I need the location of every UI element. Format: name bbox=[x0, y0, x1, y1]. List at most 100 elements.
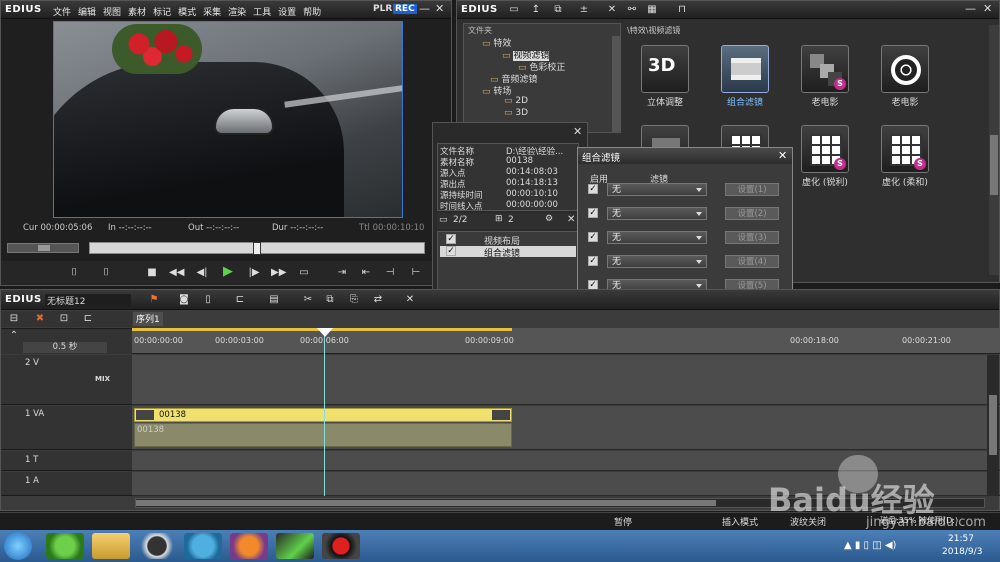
set-out-icon[interactable]: ⌷ bbox=[99, 266, 113, 279]
playhead-triangle[interactable] bbox=[317, 328, 333, 337]
tree-node-5[interactable]: ▭ 2D bbox=[504, 96, 528, 106]
timeline-playhead[interactable] bbox=[324, 328, 325, 496]
filter-enable-checkbox[interactable]: ✓ bbox=[446, 234, 456, 244]
qq-task-icon[interactable] bbox=[138, 533, 176, 559]
layers-icon[interactable] bbox=[721, 45, 769, 93]
folder-icon[interactable]: ▭ bbox=[507, 3, 521, 16]
plr-label[interactable]: PLR bbox=[373, 4, 392, 14]
video-clip[interactable]: 00138 bbox=[134, 408, 512, 422]
set-in-icon[interactable]: ⌷ bbox=[67, 266, 81, 279]
dialog-close-icon[interactable]: ✕ bbox=[778, 149, 787, 162]
rec-label[interactable]: REC bbox=[393, 4, 417, 14]
filter-2-settings-button[interactable]: 设置(2) bbox=[725, 207, 779, 220]
menu-item-1[interactable]: 编辑 bbox=[78, 5, 96, 18]
close-icon[interactable]: ✕ bbox=[435, 2, 444, 15]
tool-link-icon[interactable]: ⊟ bbox=[7, 312, 21, 325]
delete-icon[interactable]: ✕ bbox=[605, 3, 619, 16]
sequence-tab[interactable]: 序列1 bbox=[133, 312, 163, 326]
shuttle-slider[interactable] bbox=[7, 243, 79, 253]
open-icon[interactable]: ⊏ bbox=[233, 293, 247, 306]
filter-1-settings-button[interactable]: 设置(1) bbox=[725, 183, 779, 196]
filter-3-settings-button[interactable]: 设置(3) bbox=[725, 231, 779, 244]
filter-2-enable-checkbox[interactable]: ✓ bbox=[588, 208, 598, 218]
save-icon[interactable]: ▤ bbox=[267, 293, 281, 306]
delete-clip-icon[interactable]: ✕ bbox=[403, 293, 417, 306]
tool-snap-icon[interactable]: ✖ bbox=[33, 312, 47, 325]
view-icon[interactable]: ▦ bbox=[645, 3, 659, 16]
start-button[interactable] bbox=[4, 532, 32, 560]
insert-icon[interactable]: ⇥ bbox=[335, 266, 349, 279]
track-2v-row[interactable] bbox=[132, 355, 1000, 405]
clock-time[interactable]: 21:57 bbox=[948, 534, 974, 544]
track-1va-header[interactable]: 1 VA bbox=[1, 406, 132, 450]
menu-item-10[interactable]: 帮助 bbox=[303, 5, 321, 18]
audio-clip[interactable]: 00138 bbox=[134, 423, 512, 447]
menu-item-3[interactable]: 素材 bbox=[128, 5, 146, 18]
step-forward-icon[interactable]: |▶ bbox=[247, 266, 261, 279]
filter-2-select[interactable]: 无 bbox=[607, 207, 707, 220]
copy-clip-icon[interactable]: ⧉ bbox=[323, 293, 337, 306]
filter-1-select[interactable]: 无 bbox=[607, 183, 707, 196]
up-icon[interactable]: ↥ bbox=[529, 3, 543, 16]
menu-item-9[interactable]: 设置 bbox=[278, 5, 296, 18]
loop-icon[interactable]: ▭ bbox=[297, 266, 311, 279]
effects-minimize-icon[interactable]: — bbox=[965, 2, 976, 15]
filter-list-item[interactable]: ✓ 视频布局 bbox=[440, 234, 576, 247]
playhead-marker[interactable] bbox=[253, 242, 261, 255]
minimize-icon[interactable]: — bbox=[419, 2, 430, 15]
lock-icon[interactable]: ⊓ bbox=[675, 3, 689, 16]
capture-icon[interactable]: ◙ bbox=[177, 293, 191, 306]
zoom-value[interactable]: 0.5 秒 bbox=[23, 342, 107, 353]
clock-date[interactable]: 2018/9/3 bbox=[942, 547, 982, 557]
new-seq-icon[interactable]: ▯ bbox=[201, 293, 215, 306]
filter-3-enable-checkbox[interactable]: ✓ bbox=[588, 232, 598, 242]
remove-filter-icon[interactable]: ✕ bbox=[567, 214, 575, 225]
menu-item-2[interactable]: 视图 bbox=[103, 5, 121, 18]
add-icon[interactable]: ± bbox=[577, 3, 591, 16]
rewind-icon[interactable]: ◀◀ bbox=[169, 266, 184, 279]
filter-enable-checkbox[interactable]: ✓ bbox=[446, 246, 456, 256]
edius-task-icon[interactable] bbox=[276, 533, 314, 559]
record-task-icon[interactable] bbox=[322, 533, 360, 559]
info-close-icon[interactable]: ✕ bbox=[573, 125, 582, 138]
copy-icon[interactable]: ⧉ bbox=[551, 3, 565, 16]
trim-icon[interactable]: ⊣ bbox=[383, 266, 397, 279]
browser-task-icon[interactable] bbox=[46, 533, 84, 559]
filter-3-select[interactable]: 无 bbox=[607, 231, 707, 244]
track-2v-mix[interactable]: MIX bbox=[95, 375, 110, 383]
fast-forward-icon[interactable]: ▶▶ bbox=[271, 266, 286, 279]
tree-node-6[interactable]: ▭ 3D bbox=[504, 108, 528, 118]
track-1t-header[interactable]: 1 T bbox=[1, 451, 132, 471]
filter-1-enable-checkbox[interactable]: ✓ bbox=[588, 184, 598, 194]
effect-toggle-icon[interactable]: ⚑ bbox=[147, 293, 161, 306]
firefox-task-icon[interactable] bbox=[230, 533, 268, 559]
paste-icon[interactable]: ⎘ bbox=[347, 293, 361, 306]
track-1va-row[interactable]: 00138 00138 bbox=[132, 406, 1000, 450]
tool-ripple-icon[interactable]: ⊏ bbox=[81, 312, 95, 325]
overwrite-icon[interactable]: ⇤ bbox=[359, 266, 373, 279]
filter-list-item[interactable]: ✓ 组合滤镜 bbox=[440, 246, 576, 259]
effects-scrollbar[interactable] bbox=[989, 25, 999, 275]
split-icon[interactable]: ⊢ bbox=[409, 266, 423, 279]
link-icon[interactable]: ⚯ bbox=[625, 3, 639, 16]
stop-icon[interactable]: ■ bbox=[145, 266, 159, 279]
effects-close-icon[interactable]: ✕ bbox=[983, 2, 992, 15]
track-1a-header[interactable]: 1 A bbox=[1, 472, 132, 496]
play-icon[interactable]: ▶ bbox=[221, 265, 235, 278]
film-reel-icon[interactable] bbox=[881, 45, 929, 93]
collapse-icon[interactable]: ⌃ bbox=[7, 329, 21, 342]
filter-4-select[interactable]: 无 bbox=[607, 255, 707, 268]
settings-small-icon[interactable]: ⚙ bbox=[545, 214, 553, 224]
filter-4-settings-button[interactable]: 设置(4) bbox=[725, 255, 779, 268]
menu-item-8[interactable]: 工具 bbox=[253, 5, 271, 18]
3d-icon[interactable]: 3D bbox=[641, 45, 689, 93]
scrub-bar[interactable] bbox=[89, 242, 425, 255]
menu-item-4[interactable]: 标记 bbox=[153, 5, 171, 18]
film-squares-icon[interactable]: S bbox=[801, 45, 849, 93]
replace-icon[interactable]: ⇄ bbox=[371, 293, 385, 306]
tree-scrollbar[interactable] bbox=[612, 36, 620, 132]
time-ruler[interactable]: 00:00:00:0000:00:03:0000:00:06:0000:00:0… bbox=[132, 328, 1000, 354]
tray-icons[interactable]: ▲ ▮ ▯ ◫ ◀) bbox=[844, 540, 896, 551]
track-2v-header[interactable]: 2 V MIX bbox=[1, 355, 132, 405]
grid-icon[interactable]: S bbox=[881, 125, 929, 173]
